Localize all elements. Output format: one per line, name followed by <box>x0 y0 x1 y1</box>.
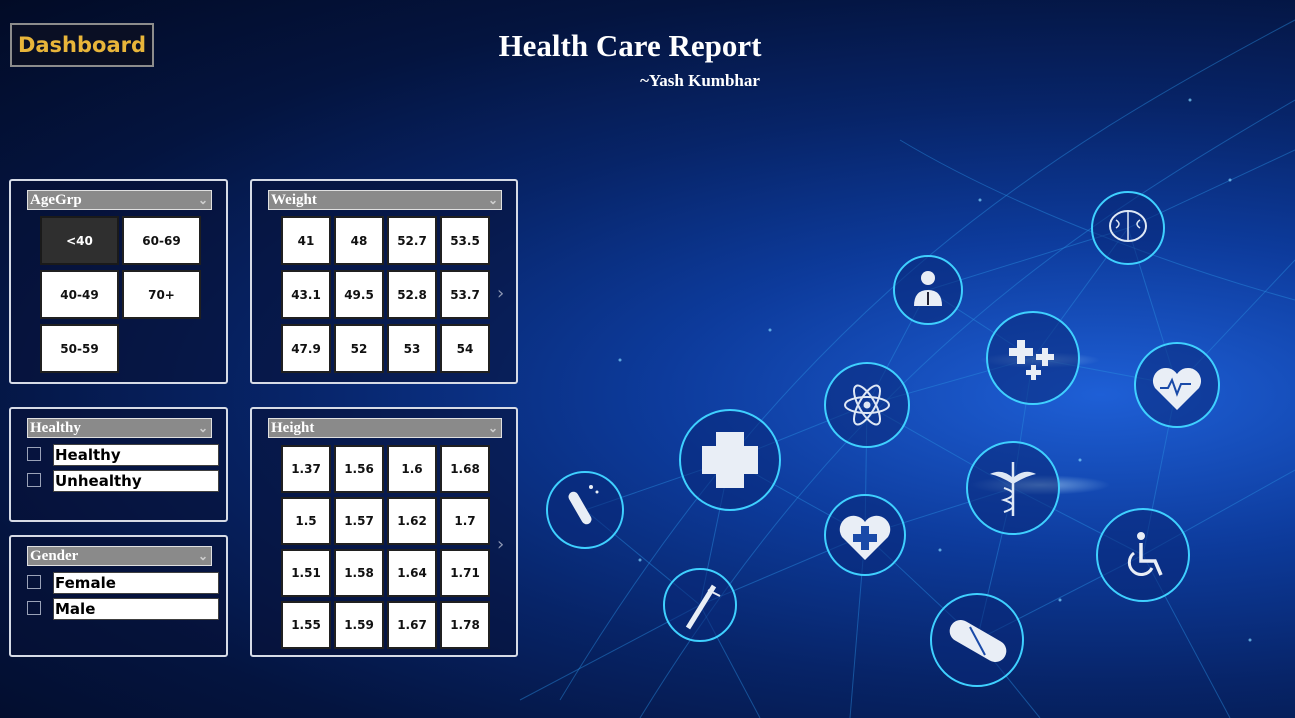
option-label: Unhealthy <box>53 470 219 492</box>
height-tile[interactable]: 1.37 <box>281 445 331 493</box>
height-tile[interactable]: 1.62 <box>387 497 437 545</box>
checkbox[interactable] <box>27 473 41 487</box>
weight-tile[interactable]: 49.5 <box>334 270 384 319</box>
chevron-down-icon[interactable]: ⌄ <box>198 419 208 437</box>
weight-tile[interactable]: 47.9 <box>281 324 331 373</box>
agegrp-slicer-header[interactable]: AgeGrp ⌄ <box>27 190 212 210</box>
height-tile[interactable]: 1.7 <box>440 497 490 545</box>
agegrp-tile[interactable]: 70+ <box>122 270 201 319</box>
height-tile[interactable]: 1.57 <box>334 497 384 545</box>
checkbox[interactable] <box>27 447 41 461</box>
gender-slicer-header[interactable]: Gender ⌄ <box>27 546 212 566</box>
weight-slicer-title: Weight <box>271 192 317 208</box>
height-slicer: Height ⌄ 1.37 1.56 1.6 1.68 1.5 1.57 1.62 1.7 1.… <box>250 407 518 657</box>
weight-tile[interactable]: 53.7 <box>440 270 490 319</box>
dashboard-canvas: Dashboard Health Care Report ~Yash Kumbh… <box>0 0 1295 718</box>
chevron-right-icon[interactable]: › <box>497 283 504 304</box>
weight-slicer-header[interactable]: Weight ⌄ <box>268 190 502 210</box>
test-tube-icon <box>546 471 624 549</box>
height-tile[interactable]: 1.51 <box>281 549 331 597</box>
healthy-slicer: Healthy ⌄ Healthy Unhealthy <box>9 407 228 522</box>
height-tile[interactable]: 1.68 <box>440 445 490 493</box>
medical-crosses-icon <box>986 311 1080 405</box>
chevron-right-icon[interactable]: › <box>497 534 504 555</box>
weight-tile[interactable]: 54 <box>440 324 490 373</box>
agegrp-slicer: AgeGrp ⌄ <40 60-69 40-49 70+ 50-59 <box>9 179 228 384</box>
height-tile[interactable]: 1.6 <box>387 445 437 493</box>
wheelchair-icon <box>1096 508 1190 602</box>
option-label: Healthy <box>53 444 219 466</box>
atom-icon <box>824 362 910 448</box>
dashboard-button[interactable]: Dashboard <box>10 23 154 67</box>
healthy-option-unhealthy[interactable]: Unhealthy <box>27 470 221 492</box>
weight-tile[interactable]: 52 <box>334 324 384 373</box>
checkbox[interactable] <box>27 601 41 615</box>
height-tile[interactable]: 1.55 <box>281 601 331 649</box>
chevron-down-icon[interactable]: ⌄ <box>198 547 208 565</box>
height-tile[interactable]: 1.78 <box>440 601 490 649</box>
author-credit: ~Yash Kumbhar <box>640 71 760 90</box>
brain-icon <box>1091 191 1165 265</box>
height-tile[interactable]: 1.58 <box>334 549 384 597</box>
pill-icon <box>930 593 1024 687</box>
doctor-icon <box>893 255 963 325</box>
gender-slicer-title: Gender <box>30 548 79 564</box>
checkbox[interactable] <box>27 575 41 589</box>
syringe-icon <box>663 568 737 642</box>
chevron-down-icon[interactable]: ⌄ <box>198 191 208 209</box>
chevron-down-icon[interactable]: ⌄ <box>488 419 498 437</box>
agegrp-tile[interactable]: <40 <box>40 216 119 265</box>
healthy-slicer-title: Healthy <box>30 420 81 436</box>
weight-tile[interactable]: 48 <box>334 216 384 265</box>
height-tile[interactable]: 1.56 <box>334 445 384 493</box>
agegrp-tile[interactable]: 60-69 <box>122 216 201 265</box>
option-label: Female <box>53 572 219 594</box>
agegrp-tile[interactable]: 40-49 <box>40 270 119 319</box>
medical-cross-icon <box>679 409 781 511</box>
agegrp-tile[interactable]: 50-59 <box>40 324 119 373</box>
gender-option-female[interactable]: Female <box>27 572 221 594</box>
chevron-down-icon[interactable]: ⌄ <box>488 191 498 209</box>
page-title: Health Care Report <box>498 28 762 63</box>
height-tile[interactable]: 1.71 <box>440 549 490 597</box>
heart-rate-icon <box>1134 342 1220 428</box>
gender-option-male[interactable]: Male <box>27 598 221 620</box>
weight-tile[interactable]: 53.5 <box>440 216 490 265</box>
weight-tile[interactable]: 52.7 <box>387 216 437 265</box>
heart-cross-icon <box>824 494 906 576</box>
height-slicer-header[interactable]: Height ⌄ <box>268 418 502 438</box>
height-tile[interactable]: 1.59 <box>334 601 384 649</box>
gender-slicer: Gender ⌄ Female Male <box>9 535 228 657</box>
weight-tile[interactable]: 43.1 <box>281 270 331 319</box>
healthy-option-healthy[interactable]: Healthy <box>27 444 221 466</box>
weight-tile[interactable]: 41 <box>281 216 331 265</box>
height-tile[interactable]: 1.5 <box>281 497 331 545</box>
height-tile[interactable]: 1.67 <box>387 601 437 649</box>
caduceus-icon <box>966 441 1060 535</box>
height-tile[interactable]: 1.64 <box>387 549 437 597</box>
healthy-slicer-header[interactable]: Healthy ⌄ <box>27 418 212 438</box>
option-label: Male <box>53 598 219 620</box>
weight-tile[interactable]: 53 <box>387 324 437 373</box>
height-slicer-title: Height <box>271 420 315 436</box>
weight-tile[interactable]: 52.8 <box>387 270 437 319</box>
agegrp-slicer-title: AgeGrp <box>30 192 82 208</box>
weight-slicer: Weight ⌄ 41 48 52.7 53.5 43.1 49.5 52.8 53.7 47.… <box>250 179 518 384</box>
